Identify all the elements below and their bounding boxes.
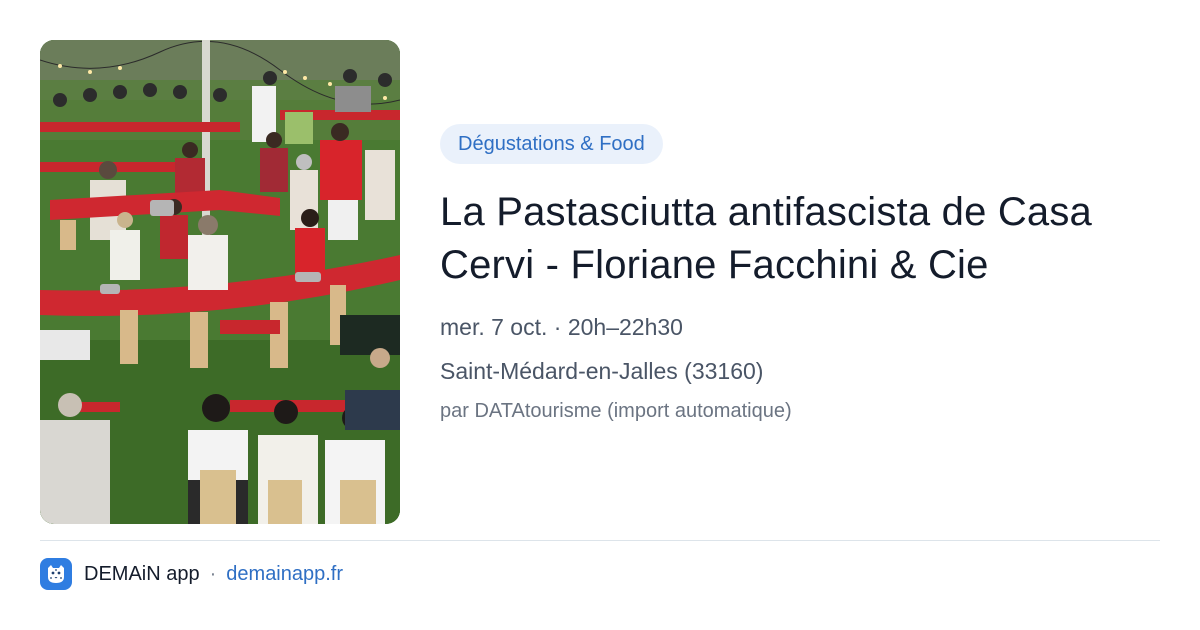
- app-name: DEMAiN app: [84, 562, 200, 585]
- event-source: par DATAtourisme (import automatique): [440, 400, 792, 422]
- event-title[interactable]: La Pastasciutta antifascista de Casa Cer…: [440, 186, 1170, 292]
- event-card[interactable]: Dégustations & Food La Pastasciutta anti…: [0, 0, 1200, 630]
- event-datetime: mer. 7 oct. · 20h–22h30: [440, 314, 683, 340]
- event-info: Dégustations & Food La Pastasciutta anti…: [440, 124, 1170, 424]
- footer-divider: [40, 540, 1160, 541]
- footer: DEMAiN app · demainapp.fr: [40, 558, 343, 590]
- event-photo-illustration: [40, 40, 400, 524]
- event-location: Saint-Médard-en-Jalles (33160): [440, 358, 764, 384]
- leopard-face-icon[interactable]: [40, 558, 72, 590]
- event-photo: [40, 40, 400, 524]
- footer-separator: ·: [209, 562, 217, 585]
- app-website-link[interactable]: demainapp.fr: [226, 563, 343, 586]
- category-badge[interactable]: Dégustations & Food: [440, 124, 663, 164]
